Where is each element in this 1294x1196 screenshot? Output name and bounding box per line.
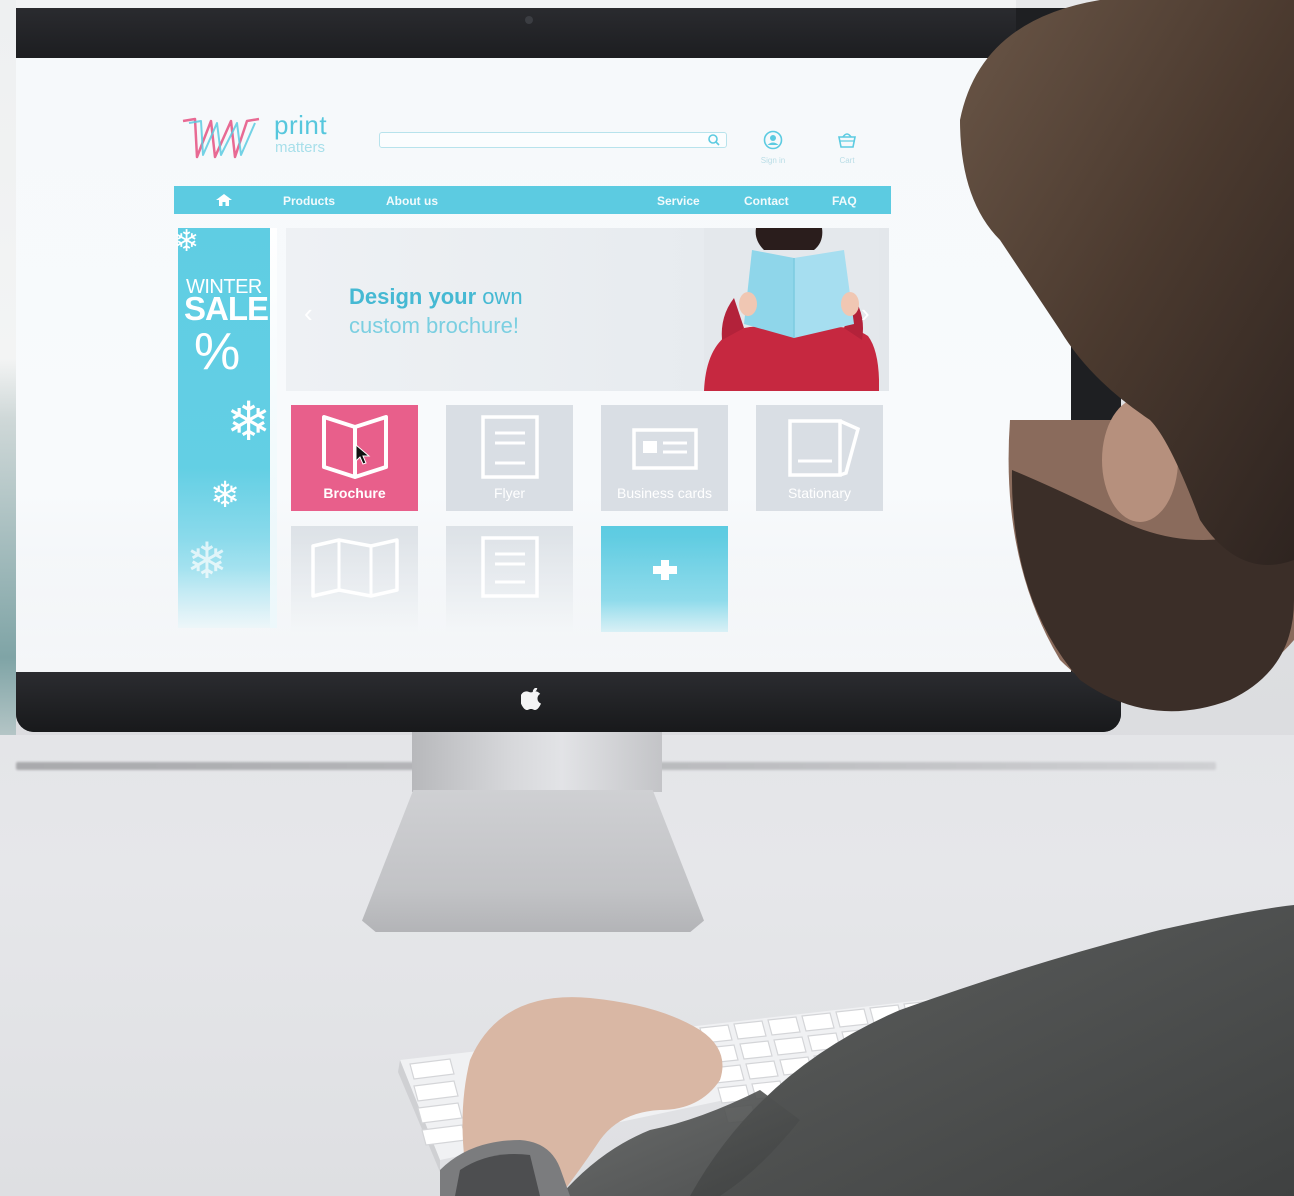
cart-label: Cart xyxy=(839,156,855,165)
mouse-pointer-icon xyxy=(355,444,371,465)
logo-title: print xyxy=(274,110,328,140)
nav-contact[interactable]: Contact xyxy=(744,194,789,208)
woman-reading-brochure-image xyxy=(704,228,879,391)
home-icon[interactable] xyxy=(215,193,233,207)
tile-label: Brochure xyxy=(323,485,386,501)
webcam xyxy=(525,16,533,24)
monitor-chin xyxy=(16,672,1121,732)
user-icon xyxy=(763,130,783,150)
tile-folded-map[interactable] xyxy=(291,526,418,632)
tile-label: Flyer xyxy=(493,485,526,501)
tile-add[interactable] xyxy=(601,526,728,632)
business-card-icon xyxy=(632,428,698,470)
search-input[interactable] xyxy=(379,132,727,148)
tile-label: Business cards xyxy=(617,485,712,501)
nav-faq[interactable]: FAQ xyxy=(832,194,857,208)
snowflake-icon: ❄ xyxy=(226,392,272,452)
apple-logo xyxy=(521,688,542,710)
flyer-icon xyxy=(481,415,539,479)
monitor-screen: print matters Sign in Cart Products Abou… xyxy=(16,58,1071,672)
tile-label: Stationary xyxy=(787,485,852,501)
cart-button[interactable]: Cart xyxy=(832,130,862,174)
hero-prev-arrow-icon[interactable]: ‹ xyxy=(304,298,313,329)
cart-icon xyxy=(838,133,856,148)
tile-business-cards[interactable]: Business cards xyxy=(601,405,728,511)
hero-next-arrow-icon[interactable]: › xyxy=(861,298,870,329)
tile-flyer[interactable]: Flyer xyxy=(446,405,573,511)
tile-document[interactable] xyxy=(446,526,573,632)
hero-headline-rest: own xyxy=(476,284,523,309)
hero-headline-line2: custom brochure! xyxy=(349,313,519,338)
stationary-icon xyxy=(788,419,861,477)
nav-service[interactable]: Service xyxy=(657,194,700,208)
signin-label: Sign in xyxy=(760,156,786,165)
monitor-stand-foot xyxy=(362,790,704,932)
search-icon[interactable] xyxy=(704,132,724,148)
snowflake-icon: ❄ xyxy=(210,474,241,515)
print-matters-logo-icon xyxy=(182,117,260,159)
document-icon xyxy=(481,536,539,598)
logo-subtitle: matters xyxy=(275,139,326,156)
nav-about[interactable]: About us xyxy=(386,194,438,208)
sale-percent-symbol: % xyxy=(194,323,241,381)
folded-map-icon xyxy=(311,538,399,598)
nav-products[interactable]: Products xyxy=(283,194,335,208)
monitor-top-bezel xyxy=(16,8,1016,60)
add-icon xyxy=(653,560,677,580)
monitor-stand-neck xyxy=(412,732,662,792)
hero-headline-bold: Design your xyxy=(349,284,477,309)
snowflake-icon: ❄ xyxy=(174,225,200,258)
signin-button[interactable]: Sign in xyxy=(758,130,788,174)
snowflake-icon: ❄ xyxy=(186,533,228,589)
main-nav: Products About us Service Contact FAQ xyxy=(174,186,891,214)
photo-scene: print matters Sign in Cart Products Abou… xyxy=(0,0,1294,1196)
tile-stationary[interactable]: Stationary xyxy=(756,405,883,511)
hero-headline-line1: Design your own xyxy=(349,284,523,310)
